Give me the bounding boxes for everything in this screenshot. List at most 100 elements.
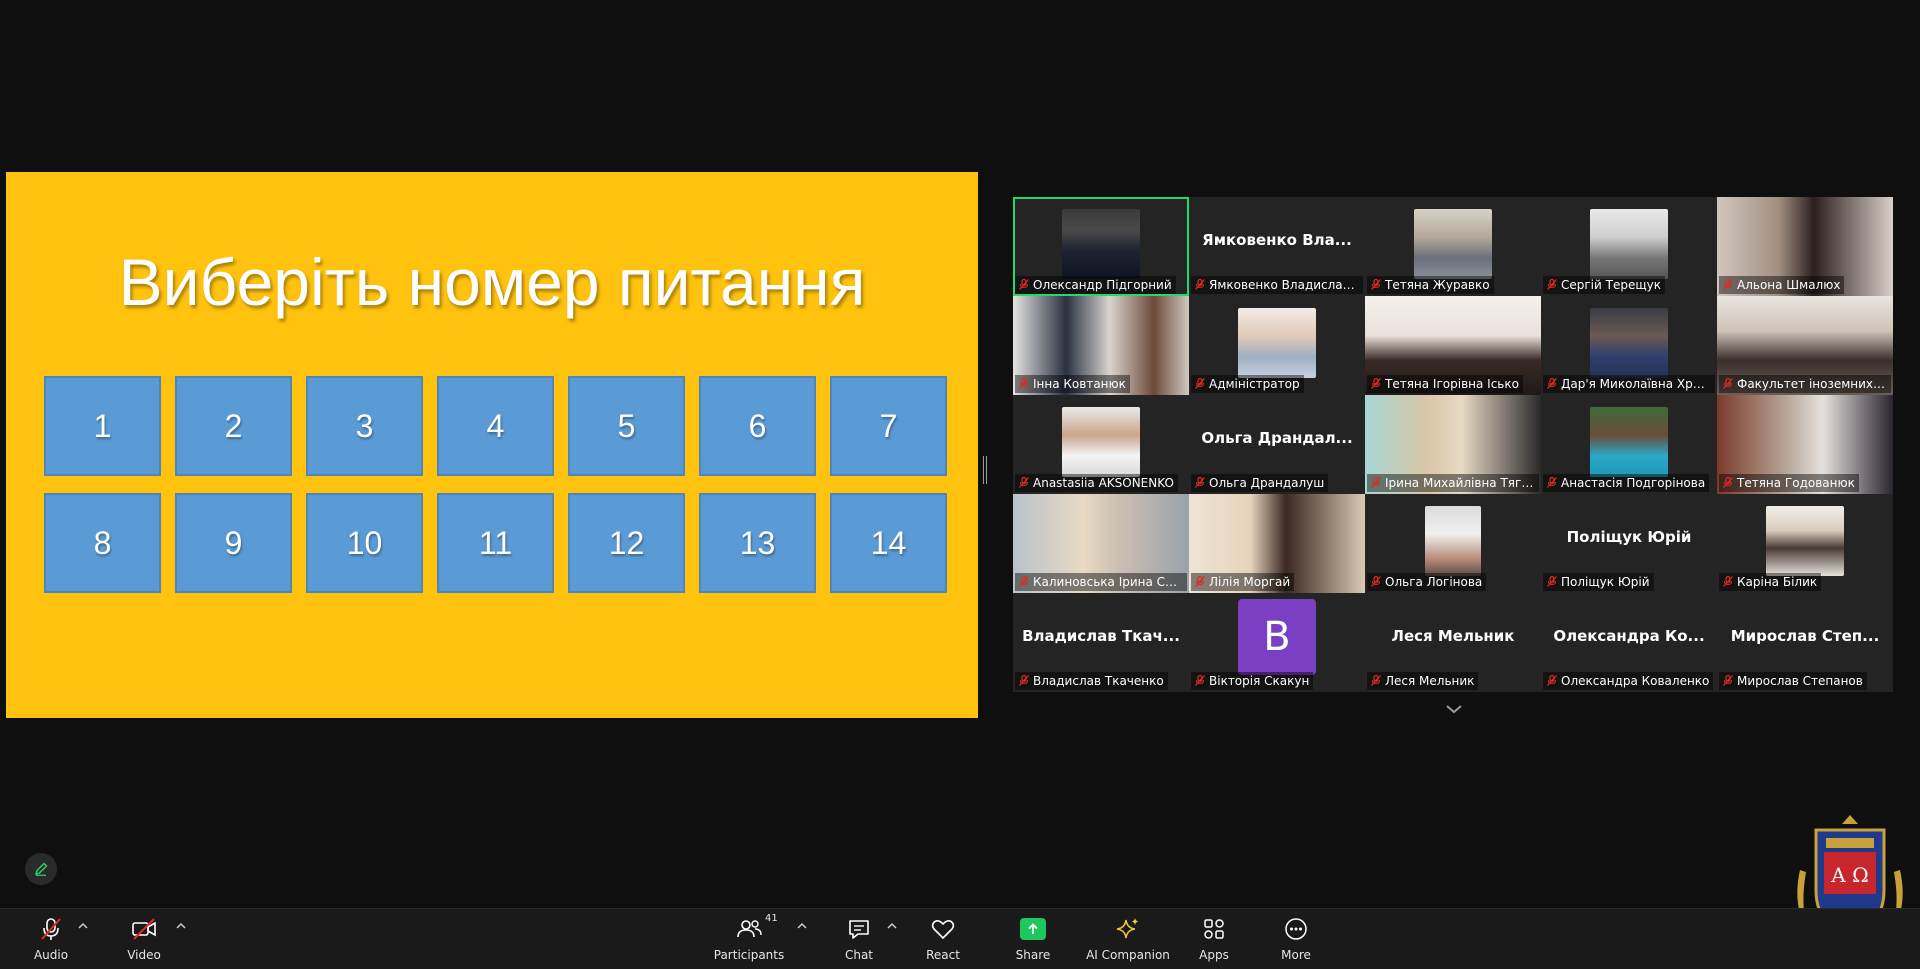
participant-tile[interactable]: B Вікторія Скакун [1189,593,1365,692]
participant-tile[interactable]: Мирослав Степ... Мирослав Степанов [1717,593,1893,692]
question-box-8[interactable]: 8 [44,493,161,593]
share-button[interactable]: Share [988,915,1078,962]
question-box-1[interactable]: 1 [44,376,161,476]
chat-label: Chat [844,948,874,962]
microphone-muted-icon [1371,378,1381,389]
participant-tile[interactable]: Ольга Драндал... Ольга Драндалуш [1189,395,1365,494]
share-screen-icon [1020,918,1046,940]
participant-tile[interactable]: Сергій Терещук [1541,197,1717,296]
participant-name: Олександра Коваленко [1543,672,1714,690]
more-icon [1285,918,1307,940]
view-splitter-handle[interactable] [983,456,987,484]
question-box-14[interactable]: 14 [830,493,947,593]
question-box-4[interactable]: 4 [437,376,554,476]
microphone-muted-icon [1547,378,1557,389]
participant-name: Поліщук Юрій [1543,573,1654,591]
participant-tile[interactable]: Владислав Ткач... Владислав Ткаченко [1013,593,1189,692]
participant-tile[interactable]: Ольга Логінова [1365,494,1541,593]
participant-tile[interactable]: Ямковенко Вла... Ямковенко Владислав ... [1189,197,1365,296]
participant-tile[interactable]: Поліщук Юрій Поліщук Юрій [1541,494,1717,593]
participant-tile[interactable]: Альона Шмалюх [1717,197,1893,296]
participant-name: Вікторія Скакун [1191,672,1314,690]
participant-display-name: Олександра Ко... [1553,627,1705,645]
question-box-5[interactable]: 5 [568,376,685,476]
question-box-6[interactable]: 6 [699,376,816,476]
participant-tile[interactable]: Леся Мельник Леся Мельник [1365,593,1541,692]
participant-name: Анастасія Подгорінова [1543,474,1710,492]
participant-tile[interactable]: Каріна Білик [1717,494,1893,593]
apps-label: Apps [1199,948,1229,962]
participant-tile[interactable]: Дар'я Миколаївна Хри... [1541,296,1717,395]
heart-icon [931,919,955,939]
participant-name: Калиновська Ірина Сер... [1015,573,1187,591]
participant-name: Альона Шмалюх [1719,276,1845,294]
participant-tile[interactable]: Ірина Михайлівна Тягай [1365,395,1541,494]
question-box-11[interactable]: 11 [437,493,554,593]
pencil-icon [34,862,48,876]
participant-name: Факультет іноземних мов [1719,375,1891,393]
microphone-muted-icon [1723,279,1733,290]
question-box-13[interactable]: 13 [699,493,816,593]
apps-icon [1204,919,1224,939]
participant-name: Каріна Білик [1719,573,1822,591]
video-label: Video [127,948,161,962]
question-box-12[interactable]: 12 [568,493,685,593]
annotate-button[interactable] [25,853,57,885]
microphone-muted-icon [1019,675,1029,686]
ai-companion-button[interactable]: AI Companion [1083,915,1173,962]
question-box-7[interactable]: 7 [830,376,947,476]
question-box-3[interactable]: 3 [306,376,423,476]
participant-tile[interactable]: Калиновська Ірина Сер... [1013,494,1189,593]
participants-options-caret-icon[interactable] [796,921,808,931]
microphone-muted-icon [1019,576,1029,587]
microphone-muted-icon [1547,279,1557,290]
participant-video [1766,506,1844,576]
participants-label: Participants [713,948,785,962]
participant-name: Сергій Терещук [1543,276,1665,294]
participants-button[interactable]: Participants [704,915,794,962]
participant-tile[interactable]: Тетяна Журавко [1365,197,1541,296]
participant-name: Ольга Логінова [1367,573,1487,591]
question-box-9[interactable]: 9 [175,493,292,593]
participant-tile[interactable]: Анастасія Подгорінова [1541,395,1717,494]
react-button[interactable]: React [898,915,988,962]
participant-name: Дар'я Миколаївна Хри... [1543,375,1715,393]
chat-options-caret-icon[interactable] [886,921,898,931]
microphone-muted-icon [1019,378,1029,389]
participant-tile[interactable]: Лілія Моргай [1189,494,1365,593]
participant-name: Anastasiia AKSONENKO [1015,474,1178,492]
participant-name: Тетяна Ігорівна Ісько [1367,375,1523,393]
microphone-muted-icon [1195,576,1205,587]
microphone-muted-icon [1723,477,1733,488]
microphone-muted-icon [1371,675,1381,686]
participant-name: Олександр Підгорний [1015,276,1176,294]
participant-name: Тетяна Журавко [1367,276,1494,294]
shared-slide: Виберіть номер питання 1 2 3 4 5 6 7 8 9… [6,172,978,718]
participant-tile[interactable]: Anastasiia AKSONENKO [1013,395,1189,494]
more-button[interactable]: More [1251,915,1341,962]
question-box-2[interactable]: 2 [175,376,292,476]
participant-gallery: Олександр Підгорний Ямковенко Вла... Ямк… [1013,197,1893,692]
participant-tile[interactable]: Адміністратор [1189,296,1365,395]
participant-name: Інна Ковтанюк [1015,375,1130,393]
participant-tile[interactable]: Факультет іноземних мов [1717,296,1893,395]
participant-tile[interactable]: Олександра Ко... Олександра Коваленко [1541,593,1717,692]
participant-tile[interactable]: Інна Ковтанюк [1013,296,1189,395]
microphone-muted-icon [1195,378,1205,389]
video-options-caret-icon[interactable] [175,921,187,931]
apps-button[interactable]: Apps [1169,915,1259,962]
participant-video [1062,407,1140,477]
participant-name: Леся Мельник [1367,672,1479,690]
microphone-muted-icon [1019,279,1029,290]
participant-display-name: Мирослав Степ... [1730,627,1880,645]
question-box-10[interactable]: 10 [306,493,423,593]
audio-options-caret-icon[interactable] [77,921,89,931]
participant-tile[interactable]: Тетяна Годованюк [1717,395,1893,494]
participant-tile[interactable]: Олександр Підгорний [1013,197,1189,296]
participant-name: Адміністратор [1191,375,1304,393]
chevron-down-icon[interactable] [1444,702,1464,716]
microphone-muted-icon [1723,576,1733,587]
participant-name: Ямковенко Владислав ... [1191,276,1363,294]
participant-tile[interactable]: Тетяна Ігорівна Ісько [1365,296,1541,395]
participant-name: Лілія Моргай [1191,573,1295,591]
